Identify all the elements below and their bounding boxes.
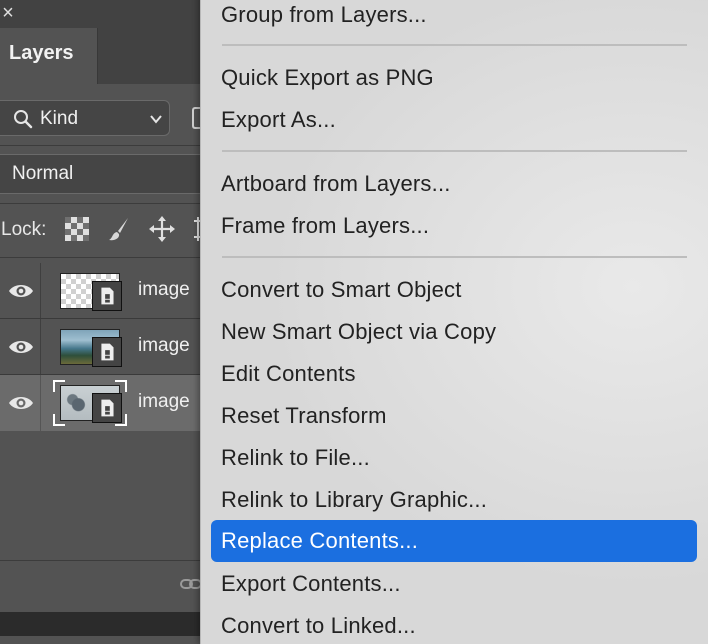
lock-image-pixels-icon[interactable] — [106, 216, 132, 242]
menu-separator — [222, 256, 687, 258]
divider — [40, 319, 41, 375]
close-icon[interactable]: × — [0, 2, 16, 24]
eye-icon[interactable] — [8, 337, 34, 357]
layers-panel: × Layers Kind Normal Lock: image image i… — [0, 0, 210, 636]
eye-icon[interactable] — [8, 393, 34, 413]
eye-icon[interactable] — [8, 281, 34, 301]
link-icon[interactable] — [180, 575, 202, 593]
menu-item-frame-from-layers[interactable]: Frame from Layers... — [211, 209, 697, 242]
menu-item-export-as[interactable]: Export As... — [211, 103, 697, 136]
search-icon — [14, 110, 33, 129]
menu-item-export-contents[interactable]: Export Contents... — [211, 567, 697, 600]
menu-item-relink-to-file[interactable]: Relink to File... — [211, 441, 697, 474]
menu-item-edit-contents[interactable]: Edit Contents — [211, 357, 697, 390]
layer-filter-kind-select[interactable]: Kind — [0, 100, 170, 136]
menu-separator — [222, 150, 687, 152]
divider — [0, 145, 210, 146]
menu-item-relink-to-library-graphic[interactable]: Relink to Library Graphic... — [211, 483, 697, 516]
smart-object-badge-icon — [92, 281, 122, 311]
selection-corner — [115, 380, 127, 392]
layer-thumbnail — [53, 380, 127, 426]
menu-item-convert-to-smart-object[interactable]: Convert to Smart Object — [211, 273, 697, 306]
panel-title-bar: × — [0, 0, 210, 28]
chevron-down-icon — [150, 115, 162, 124]
layer-name: image — [138, 279, 190, 300]
layer-row[interactable]: image — [0, 319, 210, 375]
lock-label: Lock: — [1, 219, 47, 240]
layer-row-selected[interactable]: image — [0, 375, 210, 431]
menu-separator — [222, 44, 687, 46]
layer-name: image — [138, 335, 190, 356]
panel-bottom-toolbar — [0, 560, 210, 613]
layer-name: image — [138, 391, 190, 412]
selection-corner — [53, 414, 65, 426]
menu-item-replace-contents[interactable]: Replace Contents... — [211, 520, 697, 562]
panel-footer — [0, 612, 210, 636]
blend-mode-select[interactable]: Normal — [0, 154, 210, 194]
divider — [40, 263, 41, 319]
menu-item-quick-export-png[interactable]: Quick Export as PNG — [211, 61, 697, 94]
selection-corner — [53, 380, 65, 392]
divider — [0, 203, 210, 204]
lock-position-icon[interactable] — [149, 216, 175, 242]
layer-context-menu: Group from Layers... Quick Export as PNG… — [200, 0, 708, 644]
smart-object-badge-icon — [92, 337, 122, 367]
menu-item-reset-transform[interactable]: Reset Transform — [211, 399, 697, 432]
blend-mode-value: Normal — [12, 163, 74, 184]
layer-thumbnail — [60, 273, 122, 311]
menu-item-artboard-from-layers[interactable]: Artboard from Layers... — [211, 167, 697, 200]
tab-layers[interactable]: Layers — [0, 28, 98, 84]
menu-item-new-smart-object-via-copy[interactable]: New Smart Object via Copy — [211, 315, 697, 348]
lock-transparent-pixels-icon[interactable] — [64, 216, 90, 242]
divider — [40, 375, 41, 431]
menu-item-group-from-layers[interactable]: Group from Layers... — [211, 0, 697, 31]
selection-corner — [115, 414, 127, 426]
kind-filter-label: Kind — [40, 108, 79, 129]
layer-row[interactable]: image — [0, 263, 210, 319]
tab-layers-label: Layers — [9, 42, 74, 64]
divider — [0, 257, 210, 258]
panel-tab-strip: Layers — [0, 28, 210, 84]
menu-item-convert-to-linked[interactable]: Convert to Linked... — [211, 609, 697, 642]
layer-thumbnail — [60, 329, 122, 367]
